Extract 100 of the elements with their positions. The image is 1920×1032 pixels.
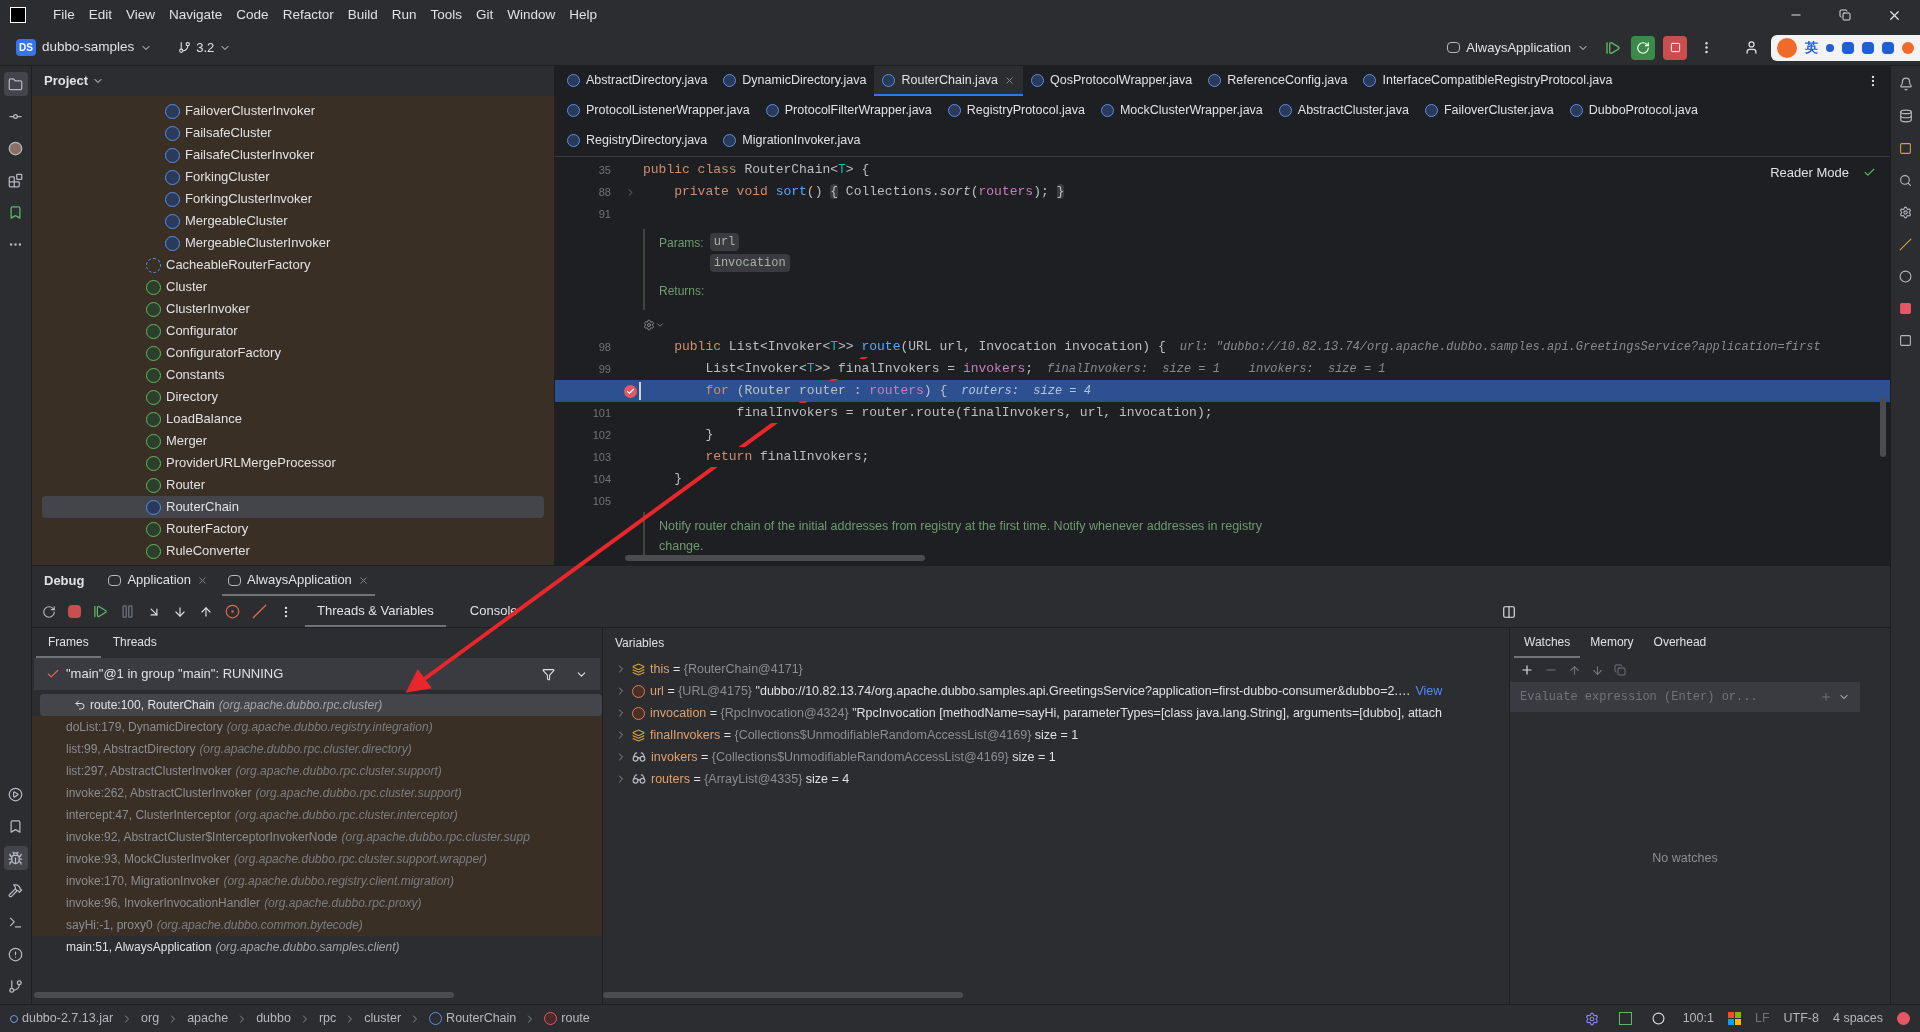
move-up-icon[interactable]: [1568, 663, 1581, 677]
menu-item[interactable]: Window: [500, 4, 563, 26]
layout-icon[interactable]: [1502, 604, 1516, 619]
menu-item[interactable]: Run: [384, 4, 424, 26]
rerun-button[interactable]: [1631, 35, 1655, 60]
menu-item[interactable]: Build: [340, 4, 385, 26]
tree-item[interactable]: ClusterInvoker: [42, 298, 544, 320]
breadcrumb[interactable]: rpc: [318, 1009, 337, 1028]
editor-tab[interactable]: MockClusterWrapper.java: [1092, 96, 1271, 126]
editor-tab[interactable]: MigrationInvoker.java: [715, 126, 869, 156]
ime-toolbar[interactable]: 英: [1771, 34, 1920, 61]
stack-frame[interactable]: invoke:92, AbstractCluster$InterceptorInvokerNode (org.apache.dubbo.rpc.cluster.supp: [32, 826, 602, 848]
stack-frame[interactable]: invoke:96, InvokerInvocationHandler (org.apache.dubbo.rpc.proxy): [32, 892, 602, 914]
menu-item[interactable]: File: [46, 4, 82, 26]
four-squares-icon[interactable]: [1727, 1012, 1741, 1025]
resume-icon[interactable]: [1605, 39, 1621, 56]
watch-tab[interactable]: Watches: [1514, 628, 1581, 658]
tree-item[interactable]: Cluster: [42, 276, 544, 298]
variable-entry[interactable]: invokers = {Collections$UnmodifiableRandomAccessList@4169} size = 1: [651, 747, 1056, 767]
breakpoints-icon[interactable]: [225, 604, 240, 619]
filter-icon[interactable]: [542, 667, 555, 681]
step-out-icon[interactable]: [199, 604, 213, 619]
menu-item[interactable]: Git: [469, 4, 501, 26]
editor-tab[interactable]: ProtocolListenerWrapper.java: [559, 96, 758, 126]
tree-item[interactable]: Constants: [42, 364, 544, 386]
menu-item[interactable]: Help: [562, 4, 605, 26]
editor-tab[interactable]: AbstractDirectory.java: [559, 66, 716, 96]
project-icon[interactable]: [3, 72, 28, 96]
resume-icon[interactable]: [93, 604, 108, 619]
tree-item[interactable]: RouterChain: [42, 496, 544, 518]
tree-item[interactable]: RuleConverter: [42, 540, 544, 562]
stack-frame[interactable]: list:297, AbstractClusterInvoker (org.apache.dubbo.rpc.cluster.support): [32, 760, 602, 782]
caret-position[interactable]: 100:1: [1682, 1009, 1714, 1028]
view-link[interactable]: View: [1415, 681, 1443, 701]
user-icon[interactable]: [1744, 40, 1759, 55]
close-icon[interactable]: [1004, 74, 1016, 86]
variable-entry[interactable]: routers = {ArrayList@4335} size = 4: [651, 769, 850, 789]
tree-item[interactable]: Directory: [42, 386, 544, 408]
editor-tab[interactable]: DynamicDirectory.java: [715, 66, 875, 96]
stack-frame[interactable]: invoke:170, MigrationInvoker (org.apache.dubbo.registry.client.migration): [32, 870, 602, 892]
menu-item[interactable]: Navigate: [162, 4, 230, 26]
tree-item[interactable]: CacheableRouterFactory: [42, 254, 544, 276]
tree-item[interactable]: MergeableClusterInvoker: [42, 232, 544, 254]
menu-item[interactable]: Refactor: [275, 4, 341, 26]
editor-tab[interactable]: RegistryDirectory.java: [559, 126, 716, 156]
tree-item[interactable]: ConfiguratorFactory: [42, 342, 544, 364]
breadcrumb[interactable]: route: [544, 1009, 590, 1028]
breakpoint-icon[interactable]: [623, 384, 637, 398]
editor-tab[interactable]: QosProtocolWrapper.java: [1023, 66, 1201, 96]
close-icon[interactable]: [197, 574, 209, 586]
inlay-settings-icon[interactable]: [643, 319, 665, 331]
add-icon[interactable]: [1520, 663, 1534, 677]
watch-tab[interactable]: Overhead: [1643, 628, 1717, 658]
breadcrumb[interactable]: dubbo-2.7.13.jar: [10, 1009, 114, 1028]
menu-item[interactable]: Tools: [423, 4, 469, 26]
reader-mode-toggle[interactable]: Reader Mode: [1770, 163, 1849, 183]
tree-item[interactable]: ForkingClusterInvoker: [42, 188, 544, 210]
pause-icon[interactable]: [120, 604, 135, 619]
step-into-icon[interactable]: [173, 604, 187, 619]
menu-item[interactable]: Code: [229, 4, 276, 26]
tree-item[interactable]: Router: [42, 474, 544, 496]
stack-frame[interactable]: route:100, RouterChain (org.apache.dubbo.rpc.cluster): [40, 694, 602, 716]
stack-frame[interactable]: invoke:93, MockClusterInvoker (org.apache.dubbo.rpc.cluster.support.wrapper): [32, 848, 602, 870]
tree-item[interactable]: Merger: [42, 430, 544, 452]
variable-entry[interactable]: finalInvokers = {Collections$UnmodifiableRandomAccessList@4169} size = 1: [650, 725, 1079, 745]
editor-tab[interactable]: ReferenceConfig.java: [1200, 66, 1356, 96]
tree-item[interactable]: FailsafeCluster: [42, 122, 544, 144]
tree-item[interactable]: FailoverClusterInvoker: [42, 100, 544, 122]
tree-item[interactable]: RouterFactory: [42, 518, 544, 540]
editor-tab[interactable]: AbstractCluster.java: [1270, 96, 1417, 126]
stack-frame[interactable]: sayHi:-1, proxy0 (org.apache.dubbo.common.bytecode): [32, 914, 602, 936]
tree-item[interactable]: LoadBalance: [42, 408, 544, 430]
editor-tab[interactable]: InterfaceCompatibleRegistryProtocol.java: [1355, 66, 1621, 96]
expression-input[interactable]: Evaluate expression (Enter) or...: [1520, 688, 1814, 706]
editor-tab[interactable]: FailoverCluster.java: [1417, 96, 1562, 126]
stack-frame[interactable]: intercept:47, ClusterInterceptor (org.apache.dubbo.rpc.cluster.interceptor): [32, 804, 602, 826]
menu-item[interactable]: View: [119, 4, 163, 26]
sub-tab[interactable]: Threads: [100, 628, 169, 658]
mute-breakpoints-icon[interactable]: [252, 604, 267, 619]
error-icon[interactable]: [1897, 1012, 1910, 1025]
thread-selector[interactable]: "main"@1 in group "main": RUNNING: [34, 658, 600, 690]
run-config-selector[interactable]: AlwaysApplication: [1447, 37, 1589, 58]
variable-entry[interactable]: invocation = {RpcInvocation@4324} "RpcInvocation [methodName=sayHi, parameterTypes=[class java.lang.String], arguments=[dubbo], attach: [650, 703, 1442, 723]
breadcrumb[interactable]: RouterChain: [429, 1009, 517, 1028]
breadcrumb[interactable]: apache: [187, 1009, 229, 1028]
editor-tab[interactable]: DubboProtocol.java: [1561, 96, 1706, 126]
move-down-icon[interactable]: [1591, 663, 1604, 677]
stop-button[interactable]: [1663, 35, 1687, 60]
editor-tab[interactable]: RegistryProtocol.java: [939, 96, 1093, 126]
stack-frame[interactable]: list:99, AbstractDirectory (org.apache.dubbo.rpc.cluster.directory): [32, 738, 602, 760]
tree-item[interactable]: ForkingCluster: [42, 166, 544, 188]
breadcrumb[interactable]: org: [141, 1009, 160, 1028]
stack-frame[interactable]: main:51, AlwaysApplication (org.apache.dubbo.samples.client): [32, 936, 602, 958]
view-tab[interactable]: Threads & Variables: [305, 596, 446, 627]
stack-frame[interactable]: invoke:262, AbstractClusterInvoker (org.apache.dubbo.rpc.cluster.support): [32, 782, 602, 804]
rerun-icon[interactable]: [42, 604, 56, 619]
tree-item[interactable]: FailsafeClusterInvoker: [42, 144, 544, 166]
stack-frame[interactable]: doList:179, DynamicDirectory (org.apache.dubbo.registry.integration): [32, 716, 602, 738]
editor-tab[interactable]: ProtocolFilterWrapper.java: [757, 96, 940, 126]
tree-item[interactable]: ProviderURLMergeProcessor: [42, 452, 544, 474]
